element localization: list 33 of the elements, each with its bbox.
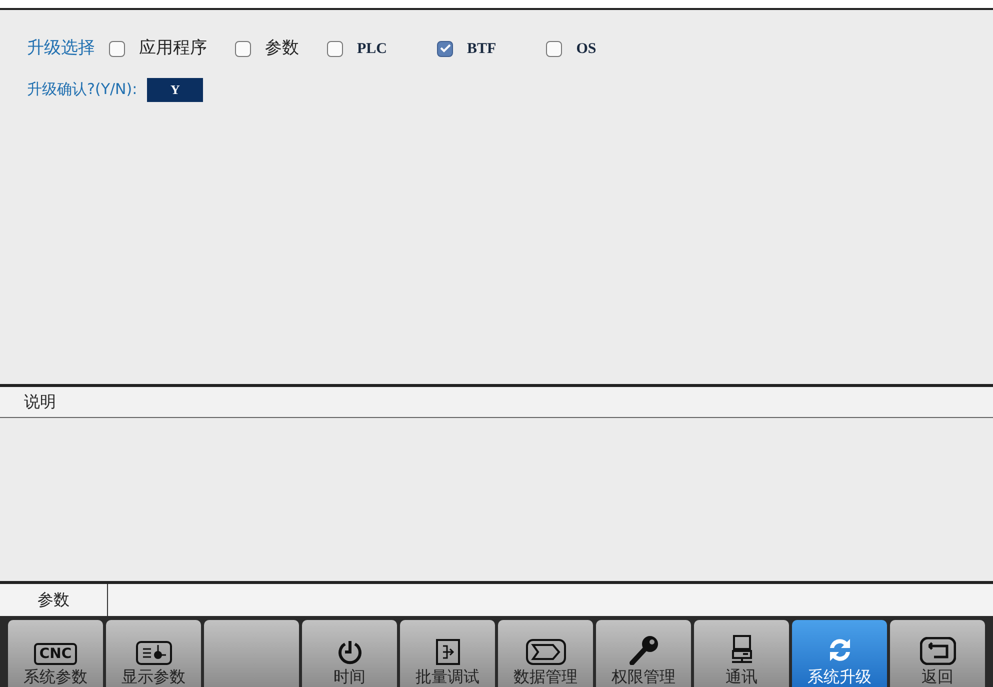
- softkey-button[interactable]: 时间: [302, 620, 397, 687]
- checkbox[interactable]: [109, 40, 125, 57]
- checkbox[interactable]: [437, 40, 453, 57]
- computer-icon: [730, 635, 752, 665]
- softkey-button[interactable]: 显示参数: [106, 620, 201, 687]
- description-title: 说明: [24, 391, 56, 413]
- option-label: OS: [576, 40, 596, 58]
- checkbox[interactable]: [327, 40, 343, 57]
- checkbox[interactable]: [546, 40, 562, 57]
- check-icon: [440, 44, 450, 54]
- option-label: 参数: [265, 37, 299, 60]
- option-label: BTF: [467, 40, 496, 58]
- softkey-button[interactable]: 返回: [890, 620, 985, 687]
- softkey-button[interactable]: 批量调试: [400, 620, 495, 687]
- data-tag-icon: [526, 639, 566, 665]
- batch-debug-icon: [436, 639, 460, 665]
- return-icon: [920, 637, 956, 665]
- upgrade-select-label: 升级选择: [27, 37, 95, 60]
- option-label: 应用程序: [139, 37, 207, 60]
- softkey-button[interactable]: 数据管理: [498, 620, 593, 687]
- softkey-button[interactable]: 通讯: [694, 620, 789, 687]
- key-icon: [628, 635, 658, 665]
- checkbox[interactable]: [235, 40, 251, 57]
- softkey-button[interactable]: 权限管理: [596, 620, 691, 687]
- softkey-button[interactable]: 系统升级: [792, 620, 887, 687]
- confirm-label: 升级确认?(Y/N):: [27, 79, 138, 100]
- status-label: 参数: [38, 589, 70, 611]
- power-clock-icon: [336, 639, 362, 665]
- softkey-button[interactable]: CNC 系统参数: [8, 620, 103, 687]
- cnc-icon: CNC: [34, 643, 77, 665]
- option-label: PLC: [357, 40, 387, 58]
- display-settings-icon: [136, 641, 172, 665]
- confirm-input-field[interactable]: Y: [147, 78, 204, 102]
